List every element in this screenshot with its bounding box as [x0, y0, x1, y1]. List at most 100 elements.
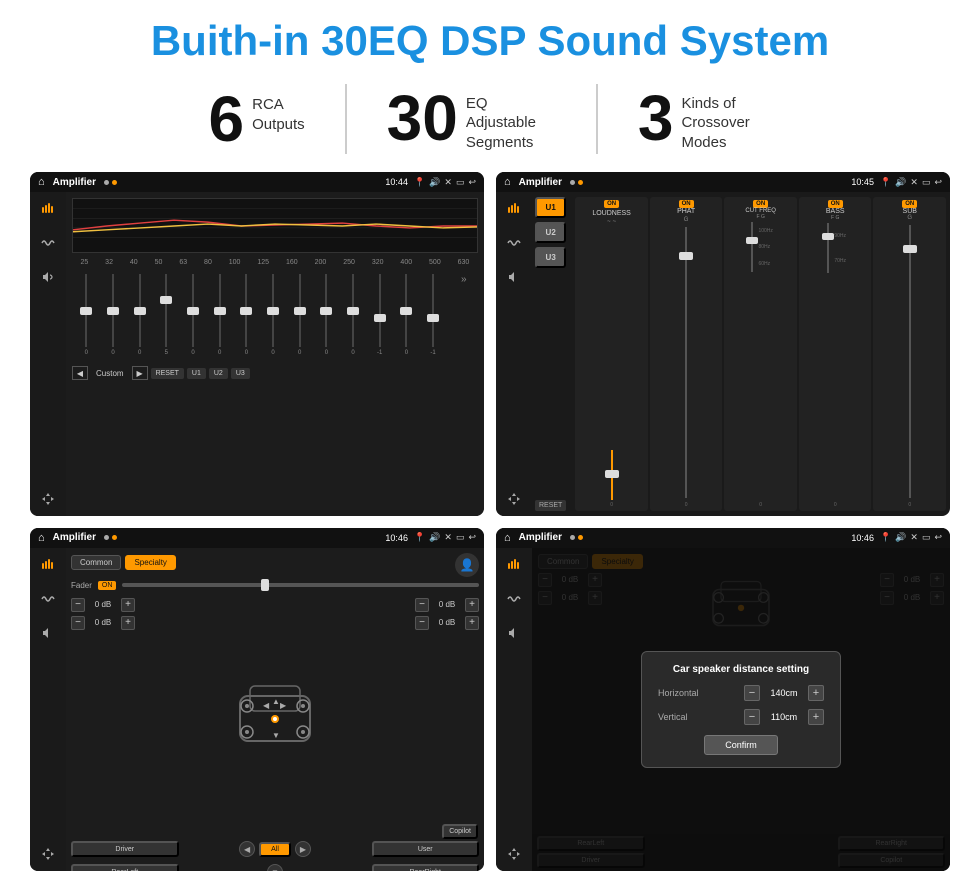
slider-track-9[interactable]: [299, 274, 301, 347]
right-arrow[interactable]: ▶: [295, 841, 311, 857]
slider-track-8[interactable]: [272, 274, 274, 347]
slider-thumb-14[interactable]: [427, 314, 439, 322]
slider-track-13[interactable]: [405, 274, 407, 347]
phat-v-track[interactable]: [685, 227, 687, 497]
user-btn-fader[interactable]: User: [372, 841, 480, 857]
slider-3[interactable]: 0: [127, 274, 152, 356]
slider-8[interactable]: 0: [261, 274, 286, 356]
down-arrow[interactable]: ▼: [267, 864, 283, 871]
reset-button[interactable]: RESET: [151, 368, 184, 379]
eq-icon-dialog[interactable]: [503, 554, 525, 576]
arrows-dialog[interactable]: [503, 843, 525, 865]
slider-thumb-10[interactable]: [320, 307, 332, 315]
fader-on-btn[interactable]: ON: [98, 581, 117, 590]
slider-7[interactable]: 0: [234, 274, 259, 356]
eq-mode-icon[interactable]: [37, 198, 59, 220]
waveform-icon-c[interactable]: [503, 232, 525, 254]
rearleft-btn[interactable]: RearLeft: [71, 864, 179, 871]
arrows-fader[interactable]: [37, 843, 59, 865]
prev-button[interactable]: ◀: [72, 366, 88, 380]
slider-1[interactable]: 0: [74, 274, 99, 356]
home-icon-cross[interactable]: ⌂: [504, 176, 511, 188]
vol-plus-fl[interactable]: +: [121, 598, 135, 612]
vol-minus-fr[interactable]: −: [415, 598, 429, 612]
waveform-icon[interactable]: [37, 232, 59, 254]
loudness-on[interactable]: ON: [604, 200, 619, 208]
tab-specialty[interactable]: Specialty: [125, 555, 175, 570]
slider-track-5[interactable]: [192, 274, 194, 347]
slider-track-4[interactable]: [165, 274, 167, 347]
fader-track[interactable]: [122, 583, 479, 587]
tab-common[interactable]: Common: [71, 555, 121, 570]
vol-plus-fr[interactable]: +: [465, 598, 479, 612]
u3-button[interactable]: U3: [231, 368, 250, 379]
u2-button[interactable]: U2: [209, 368, 228, 379]
slider-12[interactable]: -1: [367, 274, 392, 356]
vol-plus-rr[interactable]: +: [465, 616, 479, 630]
slider-9[interactable]: 0: [287, 274, 312, 356]
slider-thumb-11[interactable]: [347, 307, 359, 315]
vertical-minus[interactable]: −: [744, 709, 760, 725]
slider-14[interactable]: -1: [421, 274, 446, 356]
vol-minus-rl[interactable]: −: [71, 616, 85, 630]
sub-v-track[interactable]: [909, 225, 911, 497]
reset-btn-cross[interactable]: RESET: [535, 500, 566, 511]
slider-4[interactable]: 5: [154, 274, 179, 356]
user-icon[interactable]: 👤: [455, 553, 479, 577]
left-arrow[interactable]: ◀: [239, 841, 255, 857]
arrows-icon-c[interactable]: [503, 488, 525, 510]
speaker-side-icon[interactable]: [37, 266, 59, 288]
home-icon-dialog[interactable]: ⌂: [504, 532, 511, 544]
slider-track-2[interactable]: [112, 274, 114, 347]
slider-thumb-8[interactable]: [267, 307, 279, 315]
back-icon[interactable]: ↩: [468, 177, 476, 188]
next-button[interactable]: ▶: [132, 366, 148, 380]
slider-thumb-4[interactable]: [160, 296, 172, 304]
vol-minus-rr[interactable]: −: [415, 616, 429, 630]
loudness-v-thumb[interactable]: [605, 470, 619, 478]
speaker-side-icon-c[interactable]: [503, 266, 525, 288]
u1-button[interactable]: U1: [187, 368, 206, 379]
arrows-icon[interactable]: [37, 488, 59, 510]
home-icon-eq[interactable]: ⌂: [38, 176, 45, 188]
vertical-plus[interactable]: +: [808, 709, 824, 725]
slider-thumb-12[interactable]: [374, 314, 386, 322]
driver-btn[interactable]: Driver: [71, 841, 179, 857]
slider-thumb-3[interactable]: [134, 307, 146, 315]
home-icon-fader[interactable]: ⌂: [38, 532, 45, 544]
phat-v-thumb[interactable]: [679, 252, 693, 260]
bass-v-track[interactable]: [827, 223, 829, 273]
sub-on[interactable]: ON: [902, 200, 917, 208]
copilot-btn[interactable]: Copilot: [442, 824, 478, 839]
slider-10[interactable]: 0: [314, 274, 339, 356]
vol-minus-fl[interactable]: −: [71, 598, 85, 612]
wave-icon-fader[interactable]: [37, 588, 59, 610]
back-icon-d[interactable]: ↩: [934, 532, 942, 543]
sub-v-thumb[interactable]: [903, 245, 917, 253]
preset-u1[interactable]: U1: [535, 197, 566, 218]
phat-on[interactable]: ON: [679, 200, 694, 208]
loudness-v-track[interactable]: [611, 450, 613, 500]
slider-thumb-1[interactable]: [80, 307, 92, 315]
slider-13[interactable]: 0: [394, 274, 419, 356]
eq-icon-fader[interactable]: [37, 554, 59, 576]
slider-track-3[interactable]: [139, 274, 141, 347]
slider-track-6[interactable]: [219, 274, 221, 347]
vol-plus-rl[interactable]: +: [121, 616, 135, 630]
speaker-fader[interactable]: [37, 622, 59, 644]
slider-2[interactable]: 0: [101, 274, 126, 356]
slider-15[interactable]: »: [451, 274, 476, 356]
slider-thumb-7[interactable]: [240, 307, 252, 315]
speaker-dialog[interactable]: [503, 622, 525, 644]
back-icon-c[interactable]: ↩: [934, 177, 942, 188]
slider-track-10[interactable]: [325, 274, 327, 347]
slider-thumb-5[interactable]: [187, 307, 199, 315]
slider-track-7[interactable]: [245, 274, 247, 347]
back-icon-f[interactable]: ↩: [468, 532, 476, 543]
slider-6[interactable]: 0: [207, 274, 232, 356]
confirm-button[interactable]: Confirm: [704, 735, 778, 755]
slider-thumb-2[interactable]: [107, 307, 119, 315]
slider-thumb-13[interactable]: [400, 307, 412, 315]
slider-track-14[interactable]: [432, 274, 434, 347]
eq-mode-icon-c[interactable]: [503, 198, 525, 220]
